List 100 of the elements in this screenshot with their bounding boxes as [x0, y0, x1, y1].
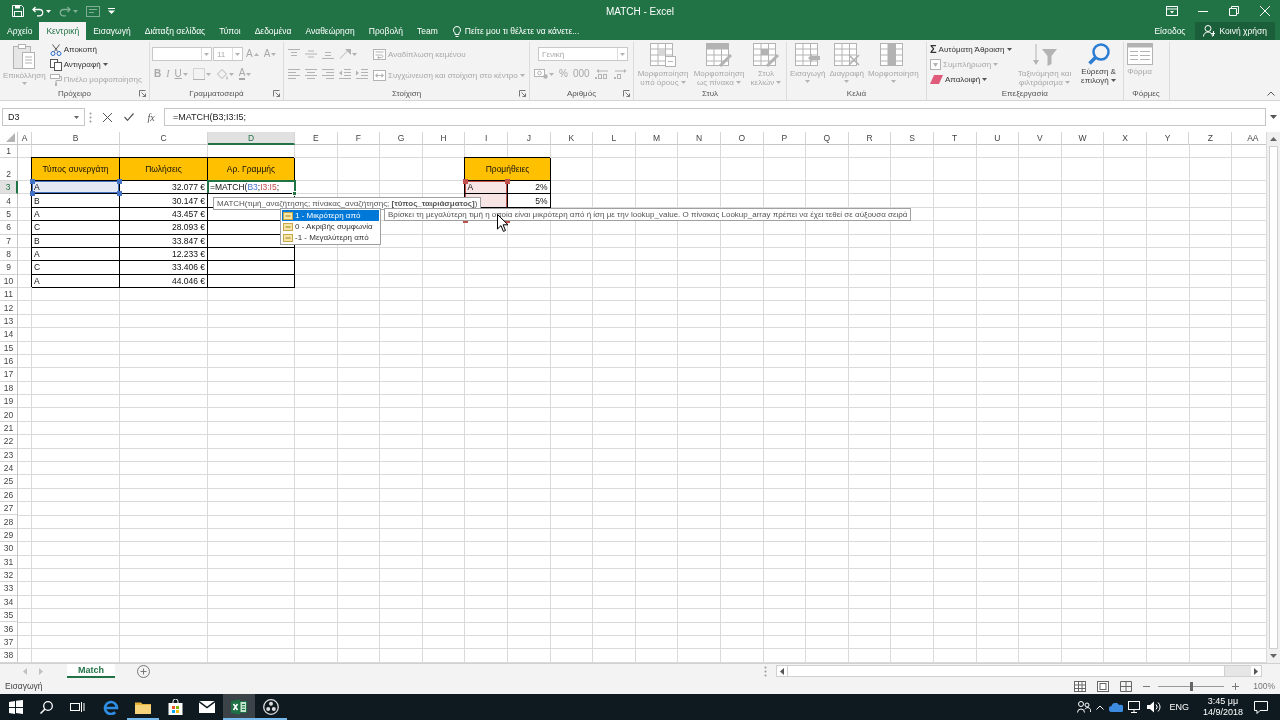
row-header[interactable]: 17 [0, 368, 18, 382]
zoom-slider-thumb[interactable] [1189, 681, 1193, 691]
row-header[interactable]: 4 [0, 194, 18, 208]
people-icon[interactable] [1077, 701, 1092, 713]
scroll-thumb[interactable] [787, 666, 1225, 676]
selection-handle[interactable] [30, 179, 35, 184]
column-header[interactable]: P [763, 132, 807, 145]
autocomplete-item[interactable]: 1 - Μικρότερη από [282, 210, 379, 221]
dialog-launcher-icon[interactable] [623, 90, 630, 97]
cloud-icon[interactable] [1109, 702, 1124, 712]
row-header[interactable]: 19 [0, 395, 18, 409]
selection-handle[interactable] [117, 179, 122, 184]
row-header[interactable]: 12 [0, 301, 18, 315]
clear-button[interactable]: Απαλοιφή [929, 72, 989, 87]
row-header[interactable]: 25 [0, 475, 18, 489]
speaker-icon[interactable] [1147, 701, 1162, 713]
column-header[interactable]: U [976, 132, 1020, 145]
ribbon-tab[interactable]: Προβολή [361, 22, 410, 40]
sheet-tab[interactable]: Match [67, 664, 115, 678]
row-header[interactable]: 22 [0, 435, 18, 449]
column-header[interactable]: AA [1232, 132, 1266, 145]
column-header[interactable]: C [120, 132, 208, 145]
selection-handle[interactable] [505, 179, 510, 184]
row-header[interactable]: 27 [0, 502, 18, 516]
column-header[interactable]: D [208, 132, 295, 145]
scroll-left-button[interactable] [777, 666, 787, 676]
formula-input-field[interactable]: =MATCH(B3;I3:I5; [164, 108, 1266, 126]
row-header[interactable]: 14 [0, 328, 18, 342]
row-header[interactable]: 6 [0, 221, 18, 235]
splitter-icon[interactable] [764, 665, 767, 677]
language-button[interactable]: ENG [1166, 702, 1192, 712]
row-header[interactable]: 35 [0, 609, 18, 623]
row-header[interactable]: 1 [0, 145, 18, 158]
add-sheet-icon[interactable] [137, 664, 150, 678]
scroll-down-icon[interactable] [1270, 654, 1277, 658]
dialog-launcher-icon[interactable] [273, 90, 280, 97]
ribbon-tab[interactable]: Αναθεώρηση [298, 22, 362, 40]
row-header[interactable]: 38 [0, 649, 18, 663]
column-header[interactable]: F [337, 132, 381, 145]
sign-in-link[interactable]: Είσοδος [1144, 22, 1196, 40]
dialog-launcher-icon[interactable] [139, 90, 146, 97]
row-header[interactable]: 9 [0, 261, 18, 275]
network-icon[interactable] [1128, 701, 1143, 713]
column-header[interactable]: E [295, 132, 338, 145]
selection-handle[interactable] [30, 191, 35, 196]
row-header[interactable]: 11 [0, 288, 18, 302]
row-header[interactable]: 36 [0, 622, 18, 636]
copy-button[interactable]: Αντιγραφή [48, 57, 109, 72]
row-header[interactable]: 3 [0, 181, 18, 195]
zoom-in-icon[interactable] [1232, 682, 1240, 690]
column-header[interactable]: B [32, 132, 120, 145]
autosum-button[interactable]: Σ Αυτόματη Άθροιση [929, 42, 1013, 57]
normal-view-icon[interactable] [1074, 680, 1087, 692]
find-select-button[interactable]: Εύρεση & επιλογή [1076, 42, 1121, 85]
column-header[interactable]: M [635, 132, 679, 145]
column-header[interactable]: H [422, 132, 466, 145]
taskbar-app-button[interactable] [223, 694, 255, 720]
scroll-up-icon[interactable] [1270, 137, 1277, 141]
row-header[interactable]: 2 [0, 158, 18, 181]
column-header[interactable]: N [678, 132, 721, 145]
ribbon-tab[interactable]: Δεδομένα [247, 22, 299, 40]
dialog-launcher-icon[interactable] [519, 90, 526, 97]
row-header[interactable]: 33 [0, 582, 18, 596]
column-header[interactable]: Z [1189, 132, 1233, 145]
row-header[interactable]: 20 [0, 408, 18, 422]
expand-formula-icon[interactable] [1269, 115, 1277, 119]
name-box-field[interactable]: D3 [2, 108, 85, 126]
row-header[interactable]: 30 [0, 542, 18, 556]
ribbon-tab[interactable]: Διάταξη σελίδας [137, 22, 213, 40]
column-header[interactable]: R [848, 132, 892, 145]
page-break-icon[interactable] [1120, 680, 1133, 692]
scroll-thumb[interactable] [1269, 146, 1278, 649]
insert-function-button[interactable]: fx [140, 108, 162, 126]
column-header[interactable]: X [1104, 132, 1147, 145]
select-all-button[interactable] [0, 132, 18, 145]
column-header[interactable]: O [720, 132, 764, 145]
chevron-up-icon[interactable] [1096, 704, 1105, 710]
page-layout-icon[interactable] [1097, 680, 1110, 692]
share-button[interactable]: Κοινή χρήση [1195, 22, 1275, 40]
autocomplete-item[interactable]: 0 - Ακριβής συμφωνία [282, 221, 379, 232]
column-header[interactable]: Q [806, 132, 849, 145]
ribbon-tab[interactable]: Αρχείο [0, 22, 40, 40]
column-header[interactable]: V [1019, 132, 1062, 145]
ribbon-tab[interactable]: Τύποι [212, 22, 248, 40]
autocomplete-item[interactable]: -1 - Μεγαλύτερη από [282, 232, 379, 243]
selection-handle[interactable] [117, 191, 122, 196]
column-header[interactable]: T [933, 132, 977, 145]
column-header[interactable]: A [18, 132, 32, 145]
column-header[interactable]: L [593, 132, 636, 145]
selection-handle[interactable] [463, 179, 468, 184]
column-header[interactable]: G [380, 132, 423, 145]
notification-icon[interactable] [1254, 700, 1268, 714]
column-header[interactable]: Y [1146, 132, 1190, 145]
ribbon-tab[interactable]: Εισαγωγή [86, 22, 138, 40]
column-header[interactable]: J [507, 132, 551, 145]
column-header[interactable]: W [1061, 132, 1105, 145]
ribbon-tab[interactable]: Team [409, 22, 445, 40]
scroll-right-button[interactable] [1251, 666, 1261, 676]
collapse-ribbon-icon[interactable] [1267, 91, 1275, 96]
cut-button[interactable]: Αποκοπή [48, 42, 99, 57]
